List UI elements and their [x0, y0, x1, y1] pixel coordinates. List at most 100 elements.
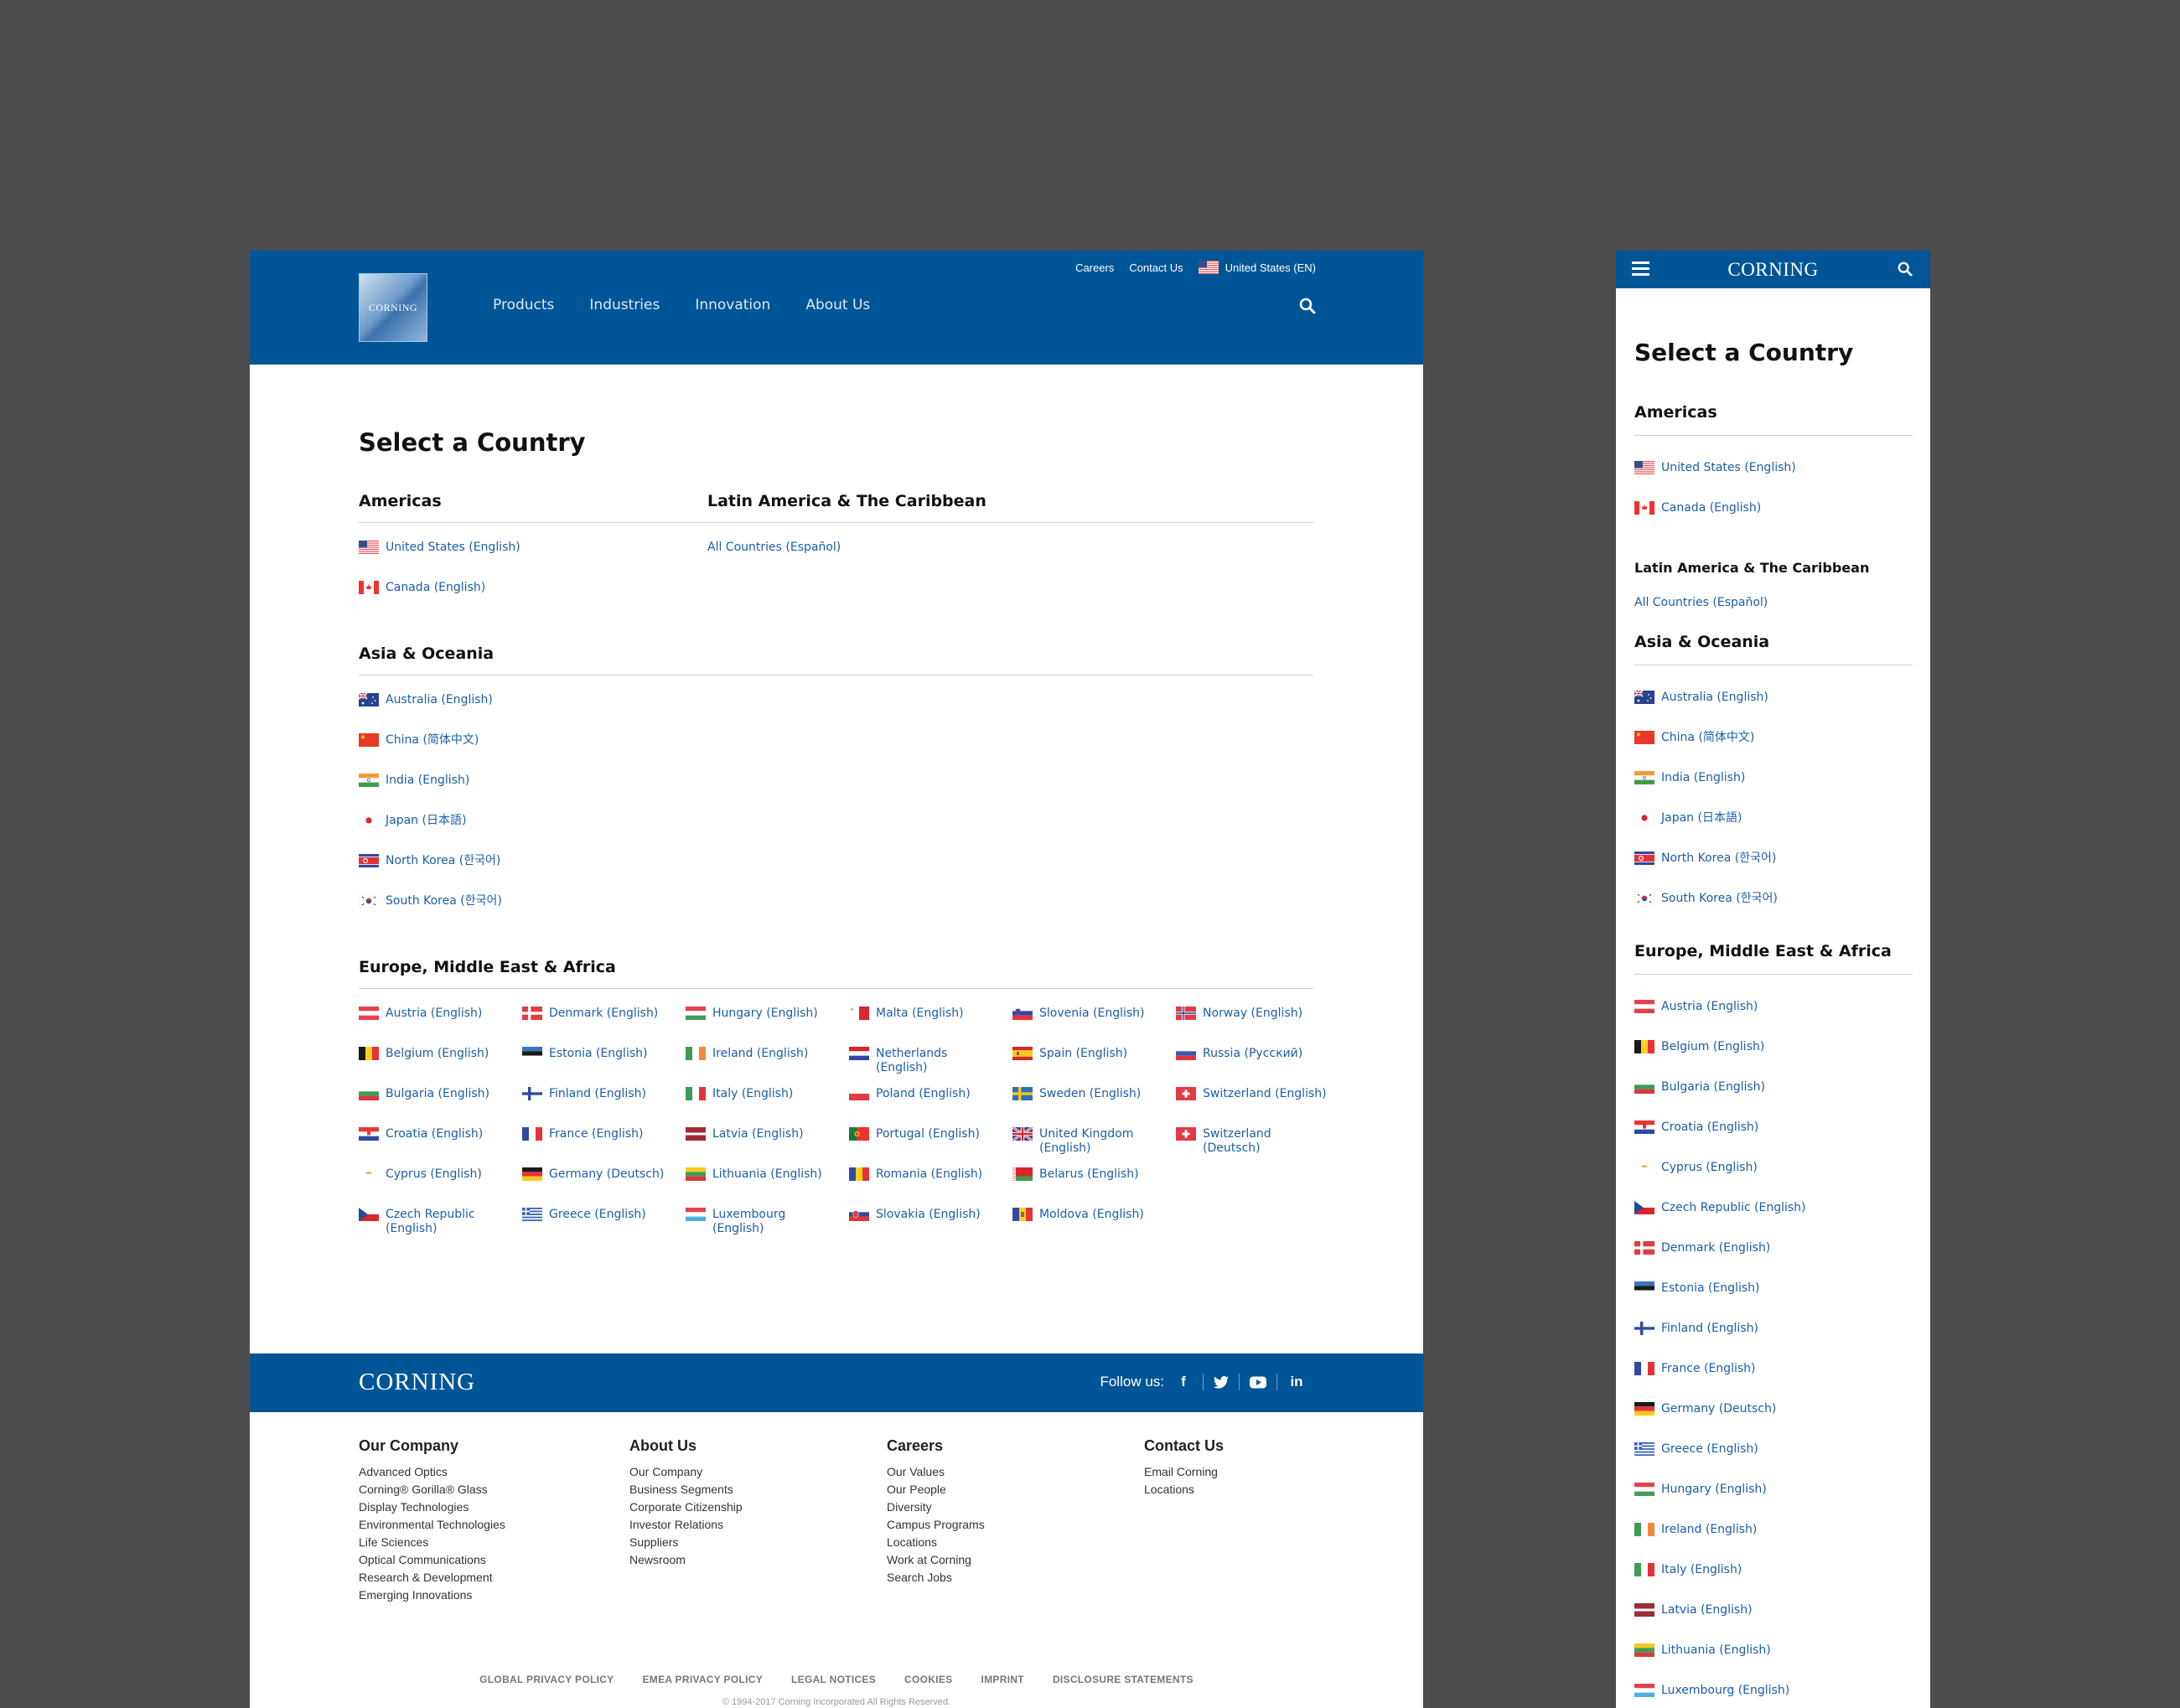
linkedin-icon[interactable]: in — [1287, 1374, 1306, 1390]
country-link[interactable]: Latvia (English) — [686, 1127, 849, 1167]
footer-link[interactable]: Environmental Technologies — [359, 1516, 629, 1534]
nav-innovation[interactable]: Innovation — [695, 297, 770, 313]
country-link[interactable]: Belgium (English) — [359, 1047, 522, 1087]
footer-link[interactable]: Optical Communications — [359, 1551, 629, 1569]
nav-about-us[interactable]: About Us — [805, 297, 870, 313]
legal-disclosure[interactable]: DISCLOSURE STATEMENTS — [1053, 1674, 1194, 1685]
footer-link[interactable]: Our Values — [887, 1463, 1144, 1481]
country-link[interactable]: Japan (日本語) — [1634, 811, 1913, 851]
country-link[interactable]: Germany (Deutsch) — [522, 1167, 686, 1208]
country-link[interactable]: Finland (English) — [1634, 1322, 1913, 1362]
footer-link[interactable]: Our People — [887, 1481, 1144, 1498]
country-link[interactable]: Estonia (English) — [522, 1047, 686, 1087]
footer-link[interactable]: Our Company — [629, 1463, 887, 1481]
country-link[interactable]: South Korea (한국어) — [359, 894, 1313, 934]
locale-selector[interactable]: United States (EN) — [1198, 261, 1316, 274]
legal-emea-privacy[interactable]: EMEA PRIVACY POLICY — [643, 1674, 764, 1685]
country-link[interactable]: North Korea (한국어) — [1634, 851, 1913, 892]
country-link[interactable]: Moldova (English) — [1012, 1208, 1176, 1248]
country-link[interactable]: Switzerland (Deutsch) — [1176, 1127, 1339, 1167]
country-link[interactable]: Croatia (English) — [359, 1127, 522, 1167]
country-link[interactable]: Finland (English) — [522, 1087, 686, 1127]
country-link[interactable]: Luxembourg (English) — [686, 1208, 849, 1248]
country-link[interactable]: Lithuania (English) — [1634, 1643, 1913, 1684]
country-link[interactable]: Bulgaria (English) — [359, 1087, 522, 1127]
country-link[interactable]: Canada (English) — [359, 581, 707, 621]
country-link[interactable]: Ireland (English) — [686, 1047, 849, 1087]
country-link[interactable]: Australia (English) — [359, 693, 1313, 733]
country-link[interactable]: Estonia (English) — [1634, 1281, 1913, 1322]
country-link[interactable]: Greece (English) — [522, 1208, 686, 1248]
country-link[interactable]: Czech Republic (English) — [1634, 1201, 1913, 1241]
country-link[interactable]: India (English) — [359, 774, 1313, 814]
footer-link[interactable]: Business Segments — [629, 1481, 887, 1498]
footer-link[interactable]: Display Technologies — [359, 1498, 629, 1516]
country-link[interactable]: United States (English) — [1634, 461, 1913, 501]
footer-link[interactable]: Life Sciences — [359, 1534, 629, 1551]
footer-link[interactable]: Suppliers — [629, 1534, 887, 1551]
footer-link[interactable]: Campus Programs — [887, 1516, 1144, 1534]
footer-link[interactable]: Investor Relations — [629, 1516, 887, 1534]
country-link[interactable]: France (English) — [1634, 1362, 1913, 1402]
country-link[interactable]: Poland (English) — [849, 1087, 1012, 1127]
country-link[interactable]: Canada (English) — [1634, 501, 1913, 541]
corning-logo[interactable]: CORNING — [359, 273, 427, 342]
twitter-icon[interactable] — [1214, 1375, 1229, 1389]
country-link[interactable]: Hungary (English) — [686, 1007, 849, 1047]
country-link[interactable]: Slovakia (English) — [849, 1208, 1012, 1248]
legal-imprint[interactable]: IMPRINT — [981, 1674, 1024, 1685]
country-link[interactable]: United States (English) — [359, 541, 707, 581]
legal-cookies[interactable]: COOKIES — [904, 1674, 952, 1685]
country-link[interactable]: All Countries (Español) — [1634, 596, 1913, 636]
footer-link[interactable]: Locations — [1144, 1481, 1354, 1498]
country-link[interactable]: Luxembourg (English) — [1634, 1684, 1913, 1708]
footer-link[interactable]: Diversity — [887, 1498, 1144, 1516]
legal-global-privacy[interactable]: GLOBAL PRIVACY POLICY — [479, 1674, 614, 1685]
mobile-wordmark[interactable]: CORNING — [1616, 259, 1930, 281]
country-link[interactable]: Cyprus (English) — [359, 1167, 522, 1208]
youtube-icon[interactable] — [1250, 1376, 1266, 1389]
contact-us-link[interactable]: Contact Us — [1129, 261, 1183, 274]
country-link[interactable]: Lithuania (English) — [686, 1167, 849, 1208]
search-icon[interactable] — [1299, 298, 1316, 314]
footer-link[interactable]: Newsroom — [629, 1551, 887, 1569]
country-link[interactable]: India (English) — [1634, 771, 1913, 811]
country-link[interactable]: Czech Republic (English) — [359, 1208, 522, 1248]
country-link[interactable]: Slovenia (English) — [1012, 1007, 1176, 1047]
country-link[interactable]: Croatia (English) — [1634, 1121, 1913, 1161]
country-link[interactable]: Greece (English) — [1634, 1442, 1913, 1483]
country-link[interactable]: South Korea (한국어) — [1634, 892, 1913, 932]
footer-link[interactable]: Work at Corning — [887, 1551, 1144, 1569]
footer-link[interactable]: Emerging Innovations — [359, 1586, 629, 1604]
country-link[interactable]: Ireland (English) — [1634, 1523, 1913, 1563]
country-link[interactable]: Belgium (English) — [1634, 1040, 1913, 1080]
country-link[interactable]: Bulgaria (English) — [1634, 1080, 1913, 1121]
country-link[interactable]: Cyprus (English) — [1634, 1161, 1913, 1201]
footer-link[interactable]: Locations — [887, 1534, 1144, 1551]
country-link[interactable]: North Korea (한국어) — [359, 854, 1313, 894]
footer-link[interactable]: Corporate Citizenship — [629, 1498, 887, 1516]
country-link[interactable]: China (简体中文) — [1634, 731, 1913, 771]
country-link[interactable]: Italy (English) — [686, 1087, 849, 1127]
country-link[interactable]: Germany (Deutsch) — [1634, 1402, 1913, 1442]
nav-products[interactable]: Products — [493, 297, 554, 313]
country-link[interactable]: Hungary (English) — [1634, 1483, 1913, 1523]
country-link[interactable]: Japan (日本語) — [359, 814, 1313, 854]
careers-link[interactable]: Careers — [1075, 261, 1114, 274]
country-link[interactable]: Norway (English) — [1176, 1007, 1339, 1047]
country-link[interactable]: Netherlands (English) — [849, 1047, 1012, 1087]
country-link[interactable]: France (English) — [522, 1127, 686, 1167]
country-link[interactable]: Austria (English) — [1634, 1000, 1913, 1040]
country-link[interactable]: Sweden (English) — [1012, 1087, 1176, 1127]
country-link[interactable]: Belarus (English) — [1012, 1167, 1176, 1208]
facebook-icon[interactable]: f — [1174, 1374, 1193, 1390]
footer-link[interactable]: Search Jobs — [887, 1569, 1144, 1586]
search-icon[interactable] — [1898, 261, 1913, 277]
country-link[interactable]: Denmark (English) — [522, 1007, 686, 1047]
country-link[interactable]: Switzerland (English) — [1176, 1087, 1339, 1127]
country-link[interactable]: Russia (Русский) — [1176, 1047, 1339, 1087]
country-link[interactable]: Malta (English) — [849, 1007, 1012, 1047]
footer-link[interactable]: Email Corning — [1144, 1463, 1354, 1481]
country-link[interactable]: Latvia (English) — [1634, 1603, 1913, 1643]
legal-notices[interactable]: LEGAL NOTICES — [791, 1674, 876, 1685]
